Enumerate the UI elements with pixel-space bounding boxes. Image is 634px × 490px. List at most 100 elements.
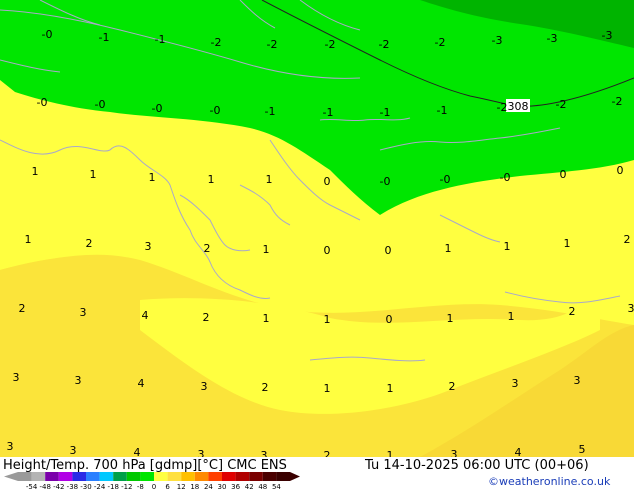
temperature-value: 1 [149, 171, 156, 184]
temperature-value: 3 [7, 440, 14, 453]
color-scale-cell [194, 472, 209, 481]
temperature-value: 0 [324, 175, 331, 188]
scale-right-arrow [290, 472, 300, 481]
color-scale-tick: 6 [165, 483, 170, 490]
temperature-value: 3 [13, 371, 20, 384]
color-scale-tick: -12 [121, 483, 132, 490]
temperature-value: 2 [449, 380, 456, 393]
temperature-value: -2 [497, 101, 508, 114]
weather-map: 308 -0 -1 -1 -2 -2 -2 -2 -2 -3 -3 -3 -0 -0 -0 -0 -1 -1 -1… [0, 0, 634, 457]
temperature-value: -3 [547, 32, 558, 45]
temperature-value: 0 [560, 168, 567, 181]
temperature-value: 1 [508, 310, 515, 323]
color-scale-tick: -48 [39, 483, 50, 490]
temperature-value: 0 [617, 164, 624, 177]
temperature-value: 1 [90, 168, 97, 181]
temperature-value: 3 [512, 377, 519, 390]
temperature-value: 1 [387, 382, 394, 395]
color-scale-cell [18, 472, 32, 481]
temperature-value: -1 [437, 104, 448, 117]
temperature-value: 1 [263, 243, 270, 256]
color-scale-cell [126, 472, 141, 481]
color-scale-cell [235, 472, 250, 481]
temperature-value: 1 [32, 165, 39, 178]
temperature-value: 1 [25, 233, 32, 246]
temperature-value: 2 [204, 242, 211, 255]
temperature-value: 1 [447, 312, 454, 325]
temperature-value: -0 [95, 98, 106, 111]
temperature-value: 1 [324, 382, 331, 395]
color-scale-cell [58, 472, 73, 481]
color-scale-cell [276, 472, 290, 481]
color-scale-tick: -18 [107, 483, 118, 490]
temperature-value: -2 [612, 95, 623, 108]
temperature-value: -2 [325, 38, 336, 51]
temperature-value: -0 [210, 104, 221, 117]
temperature-value: -1 [323, 106, 334, 119]
temperature-value: -2 [556, 98, 567, 111]
temperature-value: 3 [628, 302, 634, 315]
color-scale-cell [249, 472, 263, 481]
color-scale-tick: 36 [231, 483, 240, 490]
temperature-value: -0 [42, 28, 53, 41]
color-scale-tick: -54 [26, 483, 38, 490]
temperature-value: -1 [265, 105, 276, 118]
valid-time: Tu 14-10-2025 06:00 UTC (00+06) [365, 458, 589, 473]
contour-label: 308 [508, 100, 529, 113]
temperature-value: 3 [574, 374, 581, 387]
temperature-value: 4 [515, 446, 522, 457]
temperature-value: 0 [386, 313, 393, 326]
temperature-value: 2 [203, 311, 210, 324]
temperature-value: -1 [155, 33, 166, 46]
temperature-value: -0 [440, 173, 451, 186]
color-scale-cell [222, 472, 236, 481]
temperature-value: 3 [451, 448, 458, 457]
color-scale-cell [140, 472, 154, 481]
temperature-value: 1 [324, 313, 331, 326]
color-scale-tick: 54 [272, 483, 281, 490]
temperature-value: 1 [387, 449, 394, 457]
color-scale-tick: 42 [245, 483, 254, 490]
temperature-value: 1 [504, 240, 511, 253]
color-scale-cell [181, 472, 195, 481]
color-scale-tick: 30 [218, 483, 227, 490]
temperature-value: 4 [134, 446, 141, 457]
temperature-value: 0 [324, 244, 331, 257]
color-scale-tick: -42 [53, 483, 64, 490]
temperature-value: -3 [492, 34, 503, 47]
color-scale-tick: -30 [80, 483, 91, 490]
temperature-value: 1 [208, 173, 215, 186]
color-scale-cell [72, 472, 86, 481]
temperature-value: 3 [198, 448, 205, 457]
temperature-value: 3 [261, 449, 268, 457]
color-scale-cell [262, 472, 277, 481]
color-scale-tick: -8 [137, 483, 144, 490]
temperature-value: -2 [211, 36, 222, 49]
temperature-value: -0 [37, 96, 48, 109]
temperature-value: 1 [266, 173, 273, 186]
temperature-value: 2 [19, 302, 26, 315]
color-scale-tick: -38 [67, 483, 78, 490]
temperature-value: -2 [379, 38, 390, 51]
temperature-value: 3 [145, 240, 152, 253]
color-scale-tick: 24 [204, 483, 213, 490]
scale-left-arrow [4, 472, 18, 481]
color-scale-cell [208, 472, 222, 481]
temperature-value: 2 [262, 381, 269, 394]
color-scale-cell [167, 472, 182, 481]
temperature-value: 2 [624, 233, 631, 246]
temperature-value: 0 [385, 244, 392, 257]
temperature-value: 4 [138, 377, 145, 390]
color-scale-tick: 0 [152, 483, 156, 490]
color-scale-cell [99, 472, 114, 481]
temperature-value: 1 [445, 242, 452, 255]
temperature-value: 3 [75, 374, 82, 387]
temperature-value: 3 [80, 306, 87, 319]
color-scale-cell [45, 472, 59, 481]
temperature-value: 2 [86, 237, 93, 250]
temperature-value: 2 [569, 305, 576, 318]
color-scale-cell [86, 472, 100, 481]
temp-field-3-6-west [0, 257, 130, 457]
credit-link[interactable]: ©weatheronline.co.uk [488, 475, 610, 488]
color-scale-tick: -24 [94, 483, 106, 490]
